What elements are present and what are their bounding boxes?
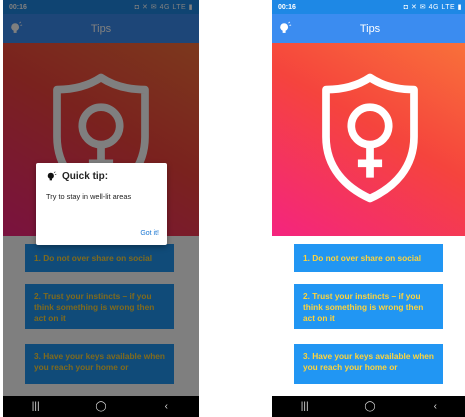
status-bar: 00:16 ◘ ✕ ✉ 4G LTE ▮ (272, 0, 465, 14)
status-time: 00:16 (278, 3, 296, 11)
phone-screen-tips: 00:16 ◘ ✕ ✉ 4G LTE ▮ Tips 1. Do not over… (272, 0, 465, 417)
status-indicators: ◘ ✕ ✉ 4G LTE ▮ (403, 4, 462, 11)
home-button[interactable]: ◯ (86, 401, 116, 412)
recents-button[interactable]: ||| (21, 401, 51, 412)
tip-card[interactable]: 1. Do not over share on social (294, 244, 443, 272)
female-shield-icon (322, 73, 418, 203)
recents-button[interactable]: ||| (290, 401, 320, 412)
dialog-message: Try to stay in well-lit areas (46, 192, 132, 201)
system-nav-bar: ||| ◯ ‹ (3, 396, 199, 417)
back-button[interactable]: ‹ (151, 401, 181, 412)
hero-banner (272, 43, 465, 236)
app-bar: Tips (272, 14, 465, 43)
home-button[interactable]: ◯ (355, 401, 385, 412)
system-nav-bar: ||| ◯ ‹ (272, 396, 465, 417)
tip-card[interactable]: 3. Have your keys available when you rea… (294, 344, 443, 384)
lightbulb-icon (47, 171, 57, 181)
lightbulb-icon[interactable] (278, 21, 292, 35)
page-title: Tips (359, 22, 381, 35)
back-button[interactable]: ‹ (420, 401, 450, 412)
phone-screen-with-dialog: 00:16 ◘ ✕ ✉ 4G LTE ▮ Tips 1. Do not over… (3, 0, 199, 417)
quick-tip-dialog: Quick tip: Try to stay in well-lit areas… (36, 163, 167, 245)
dialog-title: Quick tip: (62, 171, 109, 182)
got-it-button[interactable]: Got it! (140, 230, 159, 237)
tips-list: 1. Do not over share on social 2. Trust … (272, 236, 465, 396)
tip-card[interactable]: 2. Trust your instincts – if you think s… (294, 284, 443, 329)
